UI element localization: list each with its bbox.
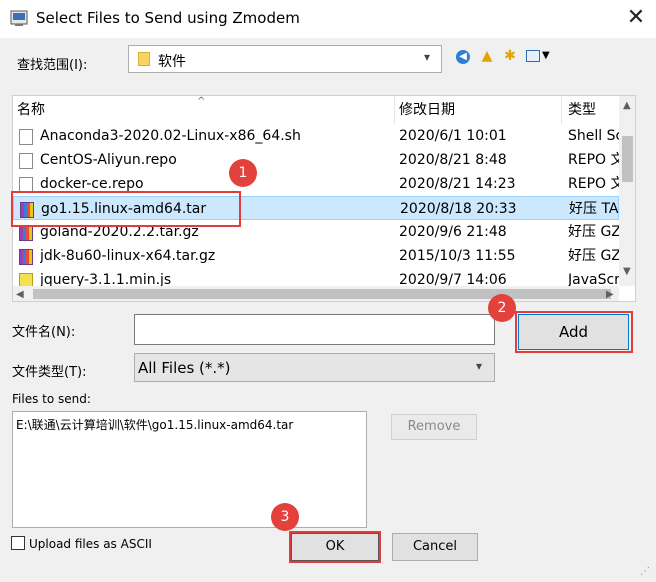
view-menu-icon[interactable] [526,50,540,62]
column-header-name[interactable]: 名称 [17,96,393,124]
app-icon [10,10,28,26]
file-row[interactable]: jdk-8u60-linux-x64.tar.gz 2015/10/3 11:5… [13,244,619,268]
resize-grip-icon[interactable]: ⋰ [640,566,650,577]
up-folder-icon[interactable]: ▲ [479,48,495,64]
horizontal-scroll-thumb[interactable] [33,289,611,299]
script-file-icon [19,129,33,145]
scroll-right-icon[interactable]: ▶ [606,289,614,300]
list-item[interactable]: E:\联通\云计算培训\软件\go1.15.linux-amd64.tar [16,416,293,433]
chevron-down-icon[interactable]: ▾ [476,359,482,373]
highlight-box-add [515,311,633,353]
file-date: 2020/6/1 10:01 [399,128,507,144]
cancel-button[interactable]: Cancel [392,533,478,561]
archive-icon [19,249,33,265]
annotation-badge-2: 2 [488,294,516,322]
file-row[interactable]: Anaconda3-2020.02-Linux-x86_64.sh 2020/6… [13,124,619,148]
archive-icon [19,225,33,241]
files-to-send-label: Files to send: [12,392,91,406]
folder-icon [138,52,150,66]
file-date: 2020/8/21 8:48 [399,152,507,168]
scroll-up-icon[interactable]: ▲ [623,100,631,111]
file-name: Anaconda3-2020.02-Linux-x86_64.sh [40,128,301,144]
highlight-box-ok [289,531,381,563]
vertical-scroll-thumb[interactable] [622,136,633,182]
back-icon[interactable]: ◀ [456,50,470,64]
column-header-type[interactable]: 类型 [568,96,618,124]
vertical-scrollbar[interactable] [619,96,635,286]
close-icon[interactable]: ✕ [622,4,650,32]
file-date: 2020/8/21 14:23 [399,176,516,192]
file-type: 好压 GZ [568,248,619,264]
upload-ascii-label: Upload files as ASCII [29,537,152,551]
file-date: 2020/9/6 21:48 [399,224,507,240]
chevron-down-icon[interactable]: ▾ [424,50,430,64]
remove-button[interactable]: Remove [391,414,477,440]
annotation-badge-3: 3 [271,503,299,531]
window-title: Select Files to Send using Zmodem [36,9,300,27]
scroll-left-icon[interactable]: ◀ [16,289,24,300]
file-name-input[interactable] [134,314,495,345]
column-divider[interactable] [394,96,395,124]
look-in-label: 查找范围(I): [17,58,88,73]
file-date: 2015/10/3 11:55 [399,248,516,264]
file-icon [19,153,33,169]
file-name-label: 文件名(N): [12,325,76,340]
file-type: 好压 TA [569,201,619,217]
file-type: 好压 GZ [568,224,619,240]
file-type-value: All Files (*.*) [138,359,231,377]
file-name: CentOS-Aliyun.repo [40,152,177,168]
file-name: jdk-8u60-linux-x64.tar.gz [40,248,216,264]
upload-ascii-checkbox[interactable] [11,536,25,550]
column-header-date[interactable]: 修改日期 [399,96,559,124]
column-divider[interactable] [561,96,562,124]
file-type: Shell Sc [568,128,619,144]
file-type: REPO 文 [568,152,619,168]
highlight-box-file [11,191,241,227]
file-type-label: 文件类型(T): [12,365,87,380]
scroll-down-icon[interactable]: ▼ [623,266,631,277]
annotation-badge-1: 1 [229,159,257,187]
file-row[interactable]: CentOS-Aliyun.repo 2020/8/21 8:48 REPO 文 [13,148,619,172]
look-in-value: 软件 [158,54,186,70]
file-date: 2020/8/18 20:33 [400,201,517,217]
new-folder-icon[interactable]: ✱ [502,48,518,64]
file-type: REPO 文 [568,176,619,192]
view-menu-arrow-icon[interactable]: ▼ [542,50,550,61]
